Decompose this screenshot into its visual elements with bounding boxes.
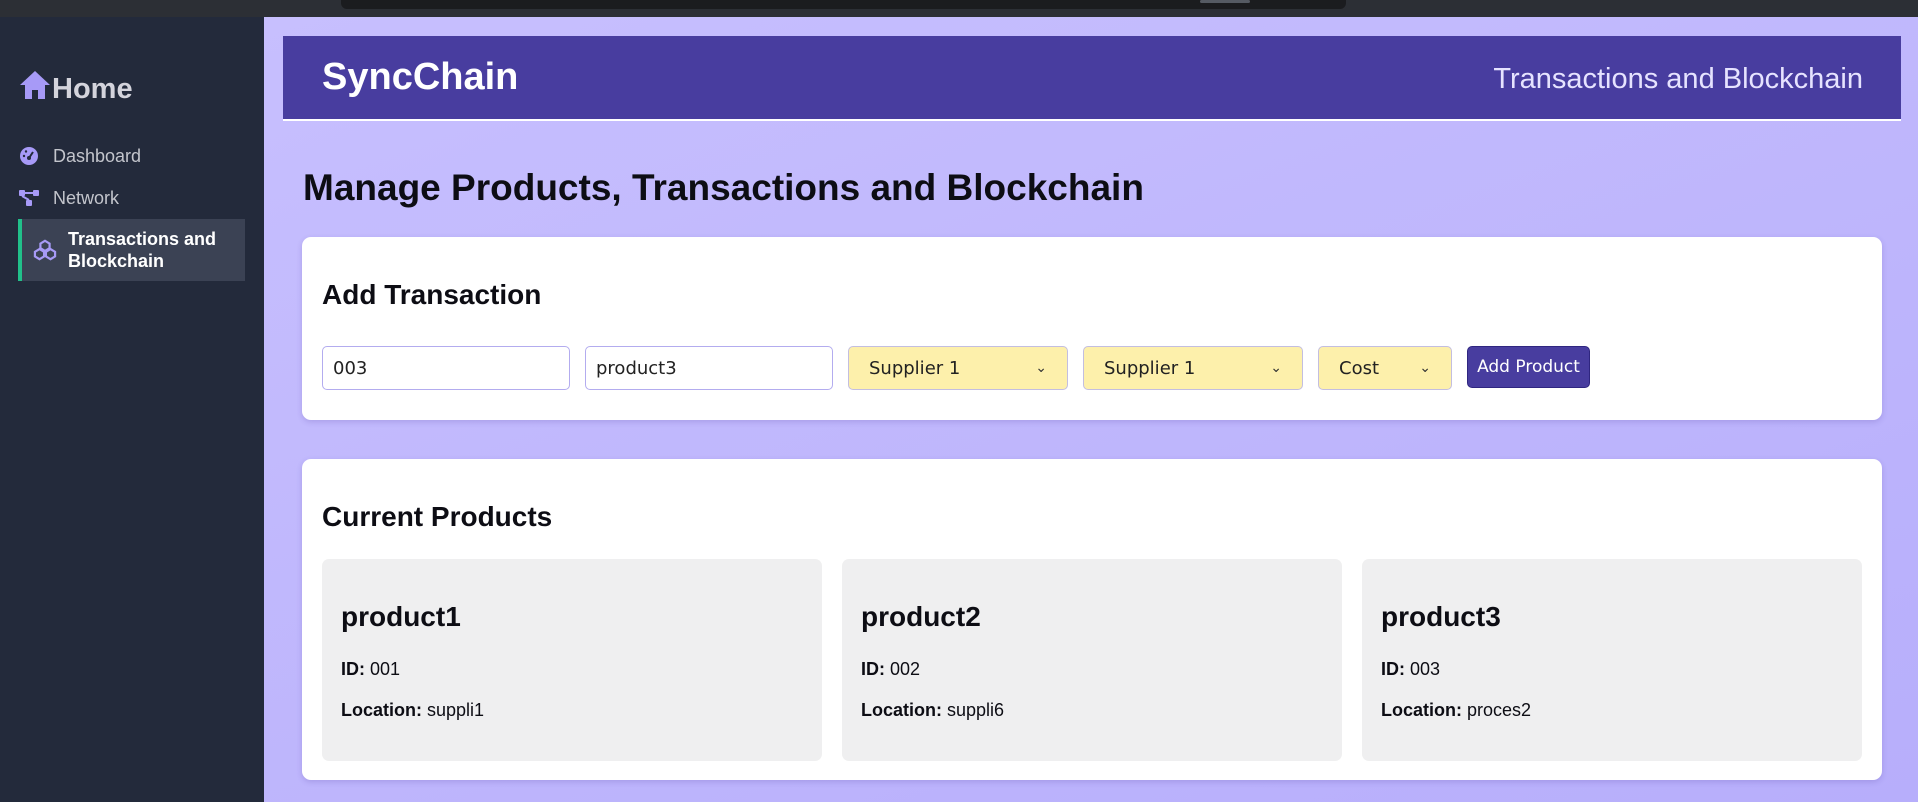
location-label: Location: [1381,700,1462,720]
location-label: Location: [861,700,942,720]
to-supplier-value: Supplier 1 [1104,357,1196,379]
dashboard-icon [18,145,40,167]
id-label: ID: [861,659,885,679]
sidebar-item-label: Transactions and Blockchain [68,229,217,271]
add-transaction-title: Add Transaction [322,279,542,310]
type-value: Cost [1339,357,1380,379]
product-name-input[interactable]: product3 [585,346,833,390]
add-product-button[interactable]: Add Product [1467,346,1590,388]
sidebar-item-label: Dashboard [53,145,142,166]
product-name: product2 [861,601,981,632]
sidebar-home-link[interactable]: Home [18,69,133,109]
product-id-input[interactable]: 003 [322,346,570,390]
product-location: suppli6 [947,700,1005,720]
product-name: product1 [341,601,461,632]
product-location: proces2 [1467,700,1532,720]
chevron-down-icon: ⌄ [1419,360,1431,376]
sidebar-item-transactions[interactable]: Transactions and Blockchain [18,219,245,281]
home-label: Home [52,72,133,105]
sidebar-item-network[interactable]: Network [18,187,119,209]
product-location-line: Location: proces2 [1381,700,1531,721]
id-label: ID: [1381,659,1405,679]
chevron-down-icon: ⌄ [1035,360,1047,376]
browser-handle [1200,0,1250,3]
header-subtitle: Transactions and Blockchain [1493,63,1863,95]
product-id: 001 [370,659,401,679]
product-card: product2 ID: 002 Location: suppli6 [842,559,1342,761]
id-label: ID: [341,659,365,679]
current-products-card: Current Products product1 ID: 001 Locati… [302,459,1882,780]
sidebar: Home Dashboard Network Transactions and … [0,17,264,802]
current-products-title: Current Products [322,501,553,532]
page-title: Manage Products, Transactions and Blockc… [303,167,1144,208]
to-supplier-select[interactable]: Supplier 1 ⌄ [1083,346,1303,390]
product-id-line: ID: 001 [341,659,400,680]
add-transaction-card: Add Transaction 003 product3 Supplier 1 … [302,237,1882,420]
chevron-down-icon: ⌄ [1270,360,1282,376]
home-icon [18,69,52,109]
product-id: 003 [1410,659,1441,679]
product-card: product1 ID: 001 Location: suppli1 [322,559,822,761]
location-label: Location: [341,700,422,720]
browser-top-bar [0,0,1918,17]
app-header: SyncChain Transactions and Blockchain [283,36,1901,121]
network-icon [18,187,40,209]
product-id: 002 [890,659,921,679]
cubes-icon [32,237,58,263]
brand-title: SyncChain [322,56,519,98]
product-location-line: Location: suppli1 [341,700,484,721]
product-id-line: ID: 003 [1381,659,1440,680]
from-supplier-select[interactable]: Supplier 1 ⌄ [848,346,1068,390]
product-location-line: Location: suppli6 [861,700,1004,721]
product-name: product3 [1381,601,1501,632]
type-select[interactable]: Cost ⌄ [1318,346,1452,390]
from-supplier-value: Supplier 1 [869,357,961,379]
main-content: SyncChain Transactions and Blockchain Ma… [264,17,1918,802]
product-card: product3 ID: 003 Location: proces2 [1362,559,1862,761]
browser-address-area [341,0,1346,9]
product-location: suppli1 [427,700,485,720]
product-id-line: ID: 002 [861,659,920,680]
sidebar-item-dashboard[interactable]: Dashboard [18,145,141,167]
sidebar-item-label: Network [53,187,120,208]
